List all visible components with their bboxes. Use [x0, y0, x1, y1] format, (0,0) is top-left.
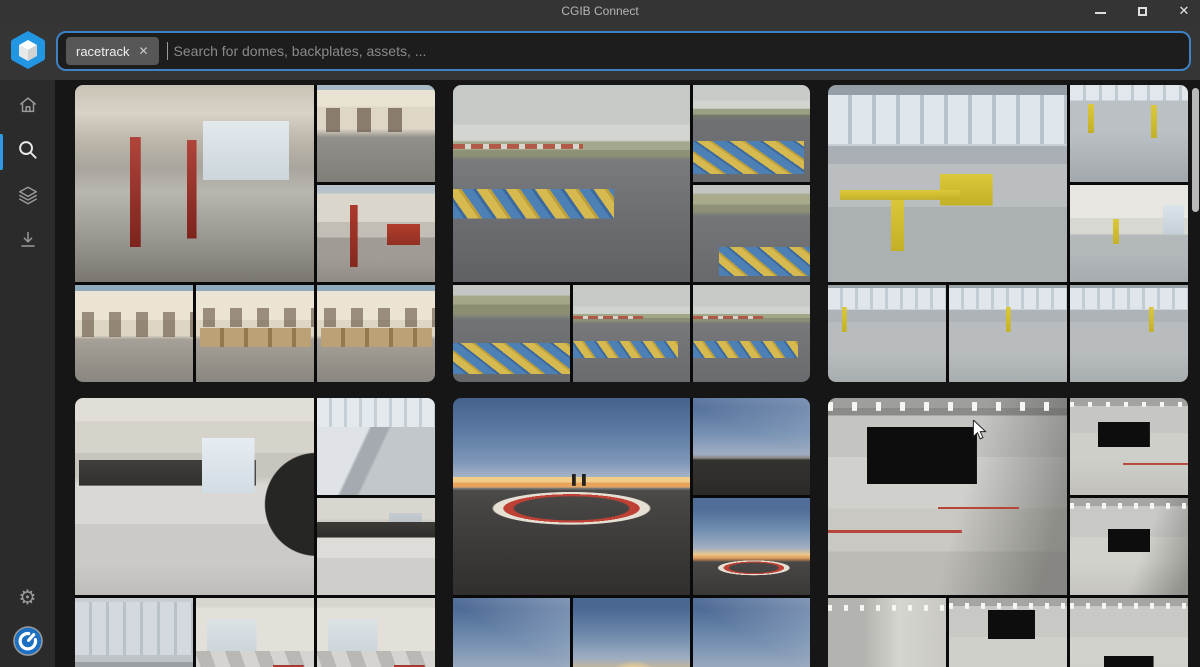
- collection-tile-kart-track-sunset[interactable]: [453, 398, 810, 667]
- thumb-small: [75, 285, 193, 382]
- search-box[interactable]: racetrack ✕: [56, 31, 1191, 71]
- collection-tile-concrete-tunnel[interactable]: [828, 398, 1188, 667]
- download-icon: [17, 229, 39, 256]
- thumb-small: [693, 498, 810, 595]
- thumb-small: [693, 285, 810, 382]
- thumb-small: [1070, 85, 1188, 182]
- thumb-small: [453, 598, 570, 667]
- thumb-small: [693, 85, 810, 182]
- thumb-small: [1070, 398, 1188, 495]
- thumb-main: [828, 85, 1067, 282]
- thumb-small: [1070, 185, 1188, 282]
- home-icon: [17, 94, 39, 121]
- close-button[interactable]: ✕: [1176, 2, 1192, 20]
- power-logo-icon: [12, 625, 43, 661]
- sidebar-item-account[interactable]: [12, 625, 43, 656]
- thumb-small: [196, 598, 314, 667]
- search-tag-label: racetrack: [76, 43, 130, 59]
- app-window: CGIB Connect ✕ racetrack ✕ Search for do…: [0, 0, 1200, 667]
- thumb-small: [693, 398, 810, 495]
- collection-tile-tire-warehouse[interactable]: [75, 398, 435, 667]
- remove-tag-icon[interactable]: ✕: [138, 44, 148, 58]
- results-grid: [55, 80, 1200, 667]
- thumb-small: [949, 598, 1067, 667]
- window-title: CGIB Connect: [561, 4, 639, 18]
- search-tag-chip: racetrack ✕: [66, 37, 159, 65]
- titlebar: CGIB Connect ✕: [0, 0, 1200, 22]
- thumb-small: [1070, 285, 1188, 382]
- gear-icon: ⚙: [18, 587, 37, 609]
- thumb-small: [453, 285, 570, 382]
- thumb-small: [1070, 498, 1188, 595]
- collection-tile-racetrack-curbs[interactable]: [453, 85, 810, 382]
- minimize-icon: [1094, 12, 1106, 14]
- thumb-main: [453, 85, 690, 282]
- thumb-small: [75, 598, 193, 667]
- sidebar-item-assets[interactable]: [16, 185, 40, 209]
- thumb-small: [693, 185, 810, 282]
- maximize-icon: [1137, 6, 1147, 16]
- header: racetrack ✕: [0, 22, 1200, 80]
- thumb-small: [828, 285, 946, 382]
- scrollbar-thumb[interactable]: [1192, 88, 1199, 212]
- sidebar: ⚙: [0, 80, 55, 667]
- thumb-main: [75, 398, 314, 595]
- thumb-small: [317, 85, 435, 182]
- thumb-main: [75, 85, 314, 282]
- collection-tile-auto-shop-garage[interactable]: [75, 85, 435, 382]
- sidebar-item-settings[interactable]: ⚙: [16, 586, 40, 610]
- minimize-button[interactable]: [1092, 2, 1108, 20]
- thumb-small: [317, 185, 435, 282]
- thumb-main: [828, 398, 1067, 595]
- thumb-small: [693, 598, 810, 667]
- sidebar-item-downloads[interactable]: [16, 230, 40, 254]
- thumb-small: [196, 285, 314, 382]
- sidebar-item-home[interactable]: [16, 95, 40, 119]
- maximize-button[interactable]: [1134, 2, 1150, 20]
- search-input[interactable]: [171, 42, 1181, 60]
- thumb-small: [949, 285, 1067, 382]
- app-logo-icon: [9, 30, 47, 70]
- search-icon: [16, 138, 39, 166]
- layers-icon: [17, 184, 39, 211]
- text-caret: [166, 42, 168, 60]
- thumb-small: [828, 598, 946, 667]
- thumb-small: [573, 285, 690, 382]
- thumb-main: [453, 398, 690, 595]
- collection-tile-aircraft-hangar[interactable]: [828, 85, 1188, 382]
- sidebar-item-search[interactable]: [16, 140, 40, 164]
- thumb-small: [317, 598, 435, 667]
- thumb-small: [317, 498, 435, 595]
- thumb-small: [573, 598, 690, 667]
- active-tab-indicator: [0, 134, 3, 170]
- thumb-small: [317, 285, 435, 382]
- thumb-small: [1070, 598, 1188, 667]
- window-controls: ✕: [1092, 0, 1192, 22]
- thumb-small: [317, 398, 435, 495]
